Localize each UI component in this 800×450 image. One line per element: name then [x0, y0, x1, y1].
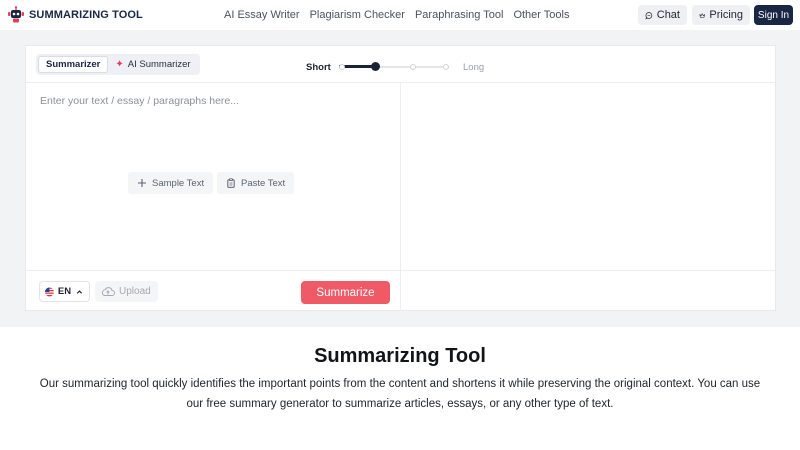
nav-ai-essay-writer[interactable]: AI Essay Writer: [224, 9, 300, 21]
tab-ai-summarizer-label: AI Summarizer: [127, 59, 191, 70]
mode-tabs: Summarizer ✦ AI Summarizer: [36, 54, 200, 75]
summarizer-panel: Summarizer ✦ AI Summarizer Short Long En…: [25, 45, 777, 311]
summarize-button[interactable]: Summarize: [301, 281, 390, 304]
sparkle-icon: ✦: [115, 59, 124, 70]
tab-ai-summarizer[interactable]: ✦ AI Summarizer: [108, 56, 197, 73]
logo-text: SUMMARIZING TOOL: [29, 9, 143, 21]
sample-text-button[interactable]: Sample Text: [128, 172, 214, 194]
nav-paraphrasing-tool[interactable]: Paraphrasing Tool: [415, 9, 503, 21]
top-navigation-bar: SUMMARIZING TOOL AI Essay Writer Plagiar…: [0, 0, 800, 30]
slider-step[interactable]: [443, 64, 449, 70]
chat-bubble-icon: [645, 11, 653, 19]
language-selector[interactable]: EN: [39, 281, 90, 302]
length-short-label: Short: [306, 62, 331, 73]
summary-output-area: [401, 83, 777, 270]
nav-plagiarism-checker[interactable]: Plagiarism Checker: [310, 9, 405, 21]
pricing-label: Pricing: [709, 9, 743, 21]
slider-handle[interactable]: [371, 62, 380, 71]
paste-text-button[interactable]: Paste Text: [217, 172, 295, 194]
clipboard-icon: [227, 178, 235, 188]
input-placeholder: Enter your text / essay / paragraphs her…: [40, 95, 240, 107]
sample-text-label: Sample Text: [152, 177, 205, 189]
length-long-label: Long: [463, 62, 485, 73]
robot-logo-icon: [8, 6, 24, 23]
pricing-button[interactable]: Pricing: [692, 5, 750, 25]
us-flag-icon: [45, 287, 54, 296]
upload-button[interactable]: Upload: [95, 281, 158, 302]
main-nav: AI Essay Writer Plagiarism Checker Parap…: [224, 9, 570, 21]
tool-toolbar: Summarizer ✦ AI Summarizer Short Long: [26, 46, 777, 83]
nav-other-tools[interactable]: Other Tools: [513, 9, 569, 21]
upload-label: Upload: [119, 286, 151, 297]
chat-button[interactable]: Chat: [638, 5, 687, 25]
tab-summarizer[interactable]: Summarizer: [38, 56, 109, 73]
section-title: Summarizing Tool: [314, 345, 486, 367]
slider-step[interactable]: [339, 64, 345, 70]
crown-icon: [699, 12, 705, 18]
chat-label: Chat: [656, 9, 680, 21]
input-footer: EN Upload Summarize: [26, 270, 401, 311]
language-code: EN: [57, 286, 72, 297]
output-footer: [401, 270, 777, 311]
summary-length-slider[interactable]: [339, 62, 449, 71]
slider-step[interactable]: [410, 64, 416, 70]
plus-icon: [138, 179, 146, 187]
section-description: Our summarizing tool quickly identifies …: [39, 378, 761, 410]
cloud-upload-icon: [101, 287, 115, 296]
paste-text-label: Paste Text: [241, 177, 286, 189]
chevron-up-icon: [76, 289, 83, 294]
input-text-area[interactable]: Enter your text / essay / paragraphs her…: [26, 83, 401, 270]
sign-in-button[interactable]: Sign In: [754, 5, 793, 25]
logo[interactable]: SUMMARIZING TOOL: [7, 6, 143, 24]
